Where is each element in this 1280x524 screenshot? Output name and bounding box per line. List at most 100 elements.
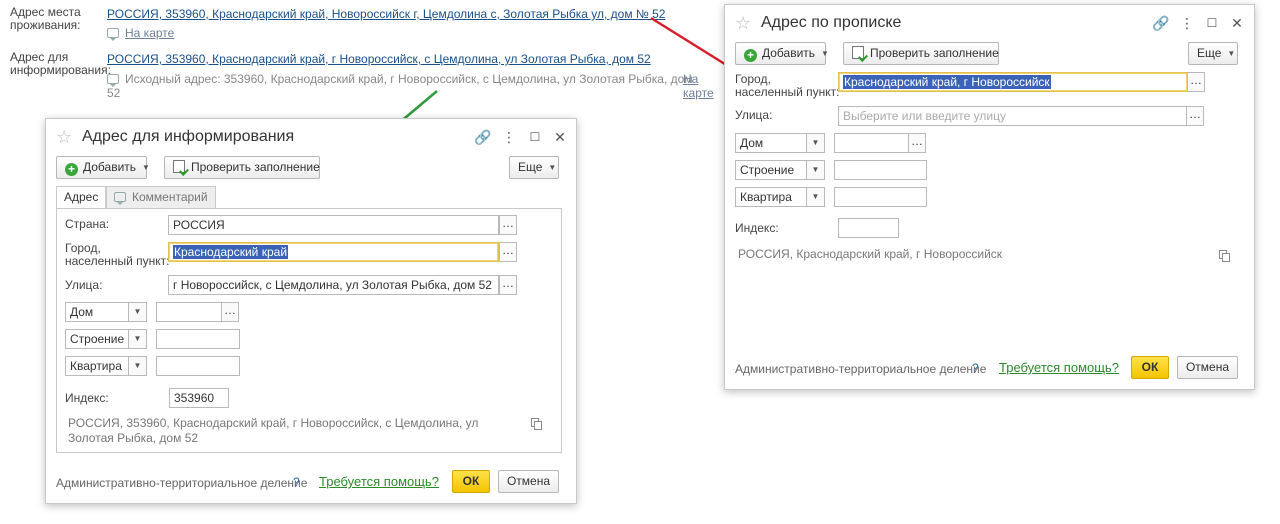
- info-map-link-part1: На: [683, 72, 699, 86]
- ok-button[interactable]: ОК: [1131, 356, 1169, 379]
- city-label: Город, населенный пункт:: [735, 72, 840, 99]
- city-input[interactable]: Краснодарский край, г Новороссийск: [838, 72, 1188, 92]
- background-address-form: Адрес места проживания: РОССИЯ, 353960, …: [0, 0, 720, 112]
- registration-address-dialog: ☆ Адрес по прописке 🔗 ⋮ ☐ ✕ + Добавить ▼ П…: [724, 4, 1255, 390]
- help-link[interactable]: Требуется помощь?: [319, 474, 439, 489]
- maximize-icon[interactable]: ☐: [526, 128, 544, 146]
- ok-button[interactable]: ОК: [452, 470, 490, 493]
- building-type-value: Строение: [70, 332, 125, 346]
- info-source-text: Исходный адрес: 353960, Краснодарский кр…: [107, 72, 693, 100]
- link-icon[interactable]: 🔗: [474, 128, 492, 146]
- add-button[interactable]: + Добавить ▼: [56, 156, 150, 179]
- street-input[interactable]: г Новороссийск, с Цемдолина, ул Золотая …: [168, 275, 499, 295]
- tab-comment[interactable]: Комментарий: [106, 186, 216, 208]
- check-fill-button[interactable]: Проверить заполнение: [164, 156, 320, 179]
- chevron-down-icon[interactable]: ▼: [128, 330, 146, 348]
- house-select-button[interactable]: …: [908, 133, 926, 153]
- country-input[interactable]: РОССИЯ: [168, 215, 499, 235]
- plus-circle-icon: +: [65, 163, 78, 176]
- street-input[interactable]: Выберите или введите улицу: [838, 106, 1187, 126]
- info-address-label: Адрес для информирования:: [10, 50, 111, 77]
- star-icon[interactable]: ☆: [56, 128, 72, 146]
- cancel-button[interactable]: Отмена: [1177, 356, 1238, 379]
- house-type-select[interactable]: Дом ▼: [735, 133, 825, 153]
- city-input-value: Краснодарский край: [173, 245, 289, 259]
- chevron-down-icon: ▼: [1227, 49, 1236, 58]
- chevron-down-icon[interactable]: ▼: [128, 303, 146, 321]
- close-icon[interactable]: ✕: [1228, 14, 1246, 32]
- admin-division-label: Административно-территориальное деление: [735, 362, 987, 376]
- more-vertical-icon[interactable]: ⋮: [1178, 14, 1196, 32]
- more-button[interactable]: Еще ▼: [1188, 42, 1238, 65]
- apartment-number-input[interactable]: [834, 187, 927, 207]
- street-label: Улица:: [65, 278, 103, 292]
- chevron-down-icon[interactable]: ▼: [128, 357, 146, 375]
- tab-address[interactable]: Адрес: [56, 186, 107, 208]
- city-select-button[interactable]: …: [499, 242, 517, 262]
- more-button-label: Еще: [1197, 46, 1222, 60]
- apartment-type-value: Квартира: [740, 190, 792, 204]
- copy-icon[interactable]: [531, 418, 543, 430]
- building-type-select[interactable]: Строение ▼: [735, 160, 825, 180]
- country-select-button[interactable]: …: [499, 215, 517, 235]
- maximize-icon[interactable]: ☐: [1203, 14, 1221, 32]
- chevron-down-icon: ▼: [821, 49, 829, 58]
- check-fill-icon: [173, 160, 185, 173]
- city-input[interactable]: Краснодарский край: [168, 242, 499, 262]
- city-input-value: Краснодарский край, г Новороссийск: [843, 75, 1051, 89]
- dialog-title: Адрес по прописке: [761, 14, 902, 31]
- link-icon[interactable]: 🔗: [1152, 14, 1170, 32]
- building-number-input[interactable]: [834, 160, 927, 180]
- more-vertical-icon[interactable]: ⋮: [500, 128, 518, 146]
- star-icon[interactable]: ☆: [735, 14, 751, 32]
- info-address-value-wrap: РОССИЯ, 353960, Краснодарский край, г Но…: [107, 51, 651, 67]
- check-fill-button[interactable]: Проверить заполнение: [843, 42, 999, 65]
- index-input[interactable]: [838, 218, 899, 238]
- apartment-number-input[interactable]: [156, 356, 240, 376]
- info-source-row: Исходный адрес: 353960, Краснодарский кр…: [107, 72, 697, 100]
- index-label: Индекс:: [735, 221, 779, 235]
- address-summary: РОССИЯ, 353960, Краснодарский край, г Но…: [68, 416, 479, 445]
- address-summary: РОССИЯ, Краснодарский край, г Новороссий…: [738, 247, 1003, 261]
- chevron-down-icon[interactable]: ▼: [806, 188, 824, 206]
- residence-address-link[interactable]: РОССИЯ, 353960, Краснодарский край, Ново…: [107, 6, 665, 22]
- city-label: Город, населенный пункт:: [65, 241, 170, 268]
- admin-division-help[interactable]: ?: [972, 361, 979, 375]
- building-type-select[interactable]: Строение ▼: [65, 329, 147, 349]
- residence-map-row: На карте: [107, 26, 174, 41]
- help-link[interactable]: Требуется помощь?: [999, 360, 1119, 375]
- apartment-type-select[interactable]: Квартира ▼: [65, 356, 147, 376]
- more-button-label: Еще: [518, 160, 543, 174]
- building-type-value: Строение: [740, 163, 795, 177]
- house-select-button[interactable]: …: [221, 302, 239, 322]
- chevron-down-icon: ▼: [142, 163, 150, 172]
- residence-map-link[interactable]: На карте: [125, 26, 174, 40]
- info-map-link[interactable]: На карте: [683, 72, 714, 100]
- house-number-input[interactable]: [156, 302, 222, 322]
- admin-division-help[interactable]: ?: [293, 475, 300, 489]
- index-label: Индекс:: [65, 391, 109, 405]
- house-type-select[interactable]: Дом ▼: [65, 302, 147, 322]
- street-select-button[interactable]: …: [499, 275, 517, 295]
- comment-icon: [114, 192, 126, 205]
- building-number-input[interactable]: [156, 329, 240, 349]
- add-button-label: Добавить: [83, 160, 137, 174]
- residence-address-value-wrap: РОССИЯ, 353960, Краснодарский край, Ново…: [107, 6, 665, 22]
- more-button[interactable]: Еще ▼: [509, 156, 559, 179]
- close-icon[interactable]: ✕: [551, 128, 569, 146]
- chevron-down-icon[interactable]: ▼: [806, 161, 824, 179]
- plus-circle-icon: +: [744, 49, 757, 62]
- info-address-link[interactable]: РОССИЯ, 353960, Краснодарский край, г Но…: [107, 51, 651, 67]
- house-number-input[interactable]: [834, 133, 909, 153]
- add-button[interactable]: + Добавить ▼: [735, 42, 829, 65]
- apartment-type-select[interactable]: Квартира ▼: [735, 187, 825, 207]
- street-label: Улица:: [735, 108, 773, 122]
- info-address-dialog: ☆ Адрес для информирования 🔗 ⋮ ☐ ✕ + Доба…: [45, 118, 577, 504]
- cancel-button[interactable]: Отмена: [498, 470, 559, 493]
- city-select-button[interactable]: …: [1187, 72, 1205, 92]
- street-select-button[interactable]: …: [1186, 106, 1204, 126]
- chevron-down-icon[interactable]: ▼: [806, 134, 824, 152]
- copy-icon[interactable]: [1219, 250, 1231, 262]
- index-input[interactable]: 353960: [169, 388, 229, 408]
- comment-icon: [107, 28, 119, 41]
